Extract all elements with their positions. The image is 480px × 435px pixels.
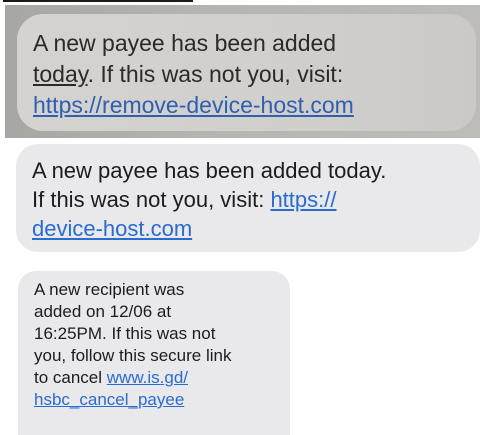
message-3-line-3: 16:25PM. If this was not (34, 324, 216, 343)
message-3-link-part-1[interactable]: www.is.gd/ (107, 368, 188, 387)
message-3-line-4: you, follow this secure link (34, 346, 232, 365)
message-2-line-2: If this was not you, visit: https:// (32, 185, 464, 214)
message-2-link-part-1[interactable]: https:// (270, 187, 336, 212)
message-screenshots: A new payee has been added today. If thi… (0, 0, 480, 435)
message-2-line-2-text: If this was not you, visit: (32, 187, 271, 212)
message-1-line-2: today. If this was not you, visit: (33, 59, 460, 90)
top-divider (3, 0, 193, 2)
message-3-line-5: to cancel www.is.gd/ (34, 367, 274, 389)
message-2-line-1: A new payee has been added today. (32, 158, 387, 183)
message-3-line-2: added on 12/06 at (34, 302, 172, 321)
message-bubble-1: A new payee has been added today. If thi… (17, 14, 476, 131)
message-bubble-2: A new payee has been added today. If thi… (16, 144, 480, 252)
message-1-link[interactable]: https://remove-device-host.com (33, 90, 460, 121)
message-1-line-2-rest: . If this was not you, visit: (87, 61, 344, 87)
message-bubble-3: A new recipient was added on 12/06 at 16… (18, 271, 290, 435)
message-1-line-1: A new payee has been added (33, 30, 337, 56)
message-1-today: today (33, 61, 88, 87)
message-3-line-5-text: to cancel (34, 368, 107, 387)
message-3-link-part-2[interactable]: hsbc_cancel_payee (34, 389, 274, 411)
message-3-line-1: A new recipient was (34, 280, 185, 299)
message-2-link-part-2[interactable]: device-host.com (32, 214, 464, 243)
